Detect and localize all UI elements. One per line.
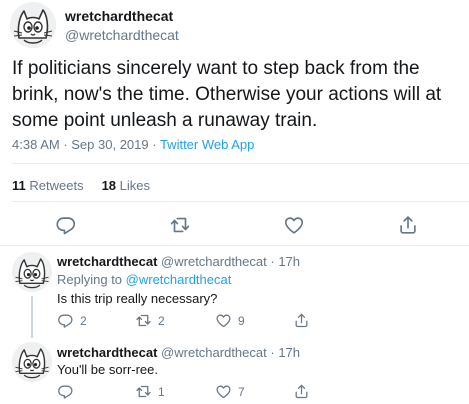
- retweet-icon: [169, 214, 191, 236]
- retweets-count: 11: [12, 178, 26, 193]
- share-icon: [293, 312, 310, 329]
- reply-text: Is this trip really necessary?: [57, 291, 218, 306]
- reply-button[interactable]: 2: [57, 312, 87, 329]
- retweet-button[interactable]: 1: [135, 383, 165, 400]
- tweet-age[interactable]: 17h: [278, 254, 300, 269]
- author-name[interactable]: wretchardthecat: [57, 254, 157, 269]
- cat-avatar-icon: [10, 2, 56, 48]
- likes-stat[interactable]: 18 Likes: [102, 178, 150, 193]
- retweet-count: 1: [158, 384, 165, 399]
- likes-label: Likes: [119, 178, 151, 193]
- like-icon: [215, 383, 232, 400]
- retweet-count: 2: [158, 313, 165, 328]
- retweets-label: Retweets: [29, 178, 84, 193]
- retweets-stat[interactable]: 11 Retweets: [12, 178, 84, 193]
- divider: [12, 201, 469, 202]
- cat-avatar-icon: [12, 342, 52, 382]
- tweet-meta: 4:38 AM · Sep 30, 2019 · Twitter Web App: [12, 137, 254, 152]
- reply-count: 2: [80, 313, 87, 328]
- divider: [12, 163, 469, 164]
- share-button[interactable]: [397, 214, 419, 236]
- like-icon: [215, 312, 232, 329]
- replying-to-link[interactable]: @wretchardthecat: [126, 272, 232, 287]
- avatar[interactable]: [10, 2, 56, 48]
- share-icon: [293, 383, 310, 400]
- author-handle[interactable]: @wretchardthecat: [65, 27, 179, 43]
- author-handle[interactable]: @wretchardthecat: [161, 345, 267, 360]
- reply-header: wretchardthecat @wretchardthecat · 17h: [57, 345, 301, 360]
- cat-avatar-icon: [12, 252, 52, 292]
- like-count: 9: [238, 313, 245, 328]
- replying-prefix: Replying to: [57, 272, 126, 287]
- reply-icon: [57, 383, 74, 400]
- retweet-icon: [135, 312, 152, 329]
- tweet-date[interactable]: Sep 30, 2019: [71, 137, 148, 152]
- reply-button[interactable]: [55, 214, 77, 236]
- share-button[interactable]: [293, 383, 310, 400]
- divider: [0, 245, 469, 246]
- reply-button[interactable]: [57, 383, 74, 400]
- tweet-age[interactable]: 17h: [278, 345, 300, 360]
- reply-text: You'll be sorr-ree.: [57, 362, 158, 377]
- likes-count: 18: [101, 178, 117, 193]
- like-button[interactable]: 7: [215, 383, 245, 400]
- reply-icon: [57, 312, 74, 329]
- like-icon: [283, 214, 305, 236]
- meta-separator: ·: [148, 137, 160, 152]
- tweet-time[interactable]: 4:38 AM: [12, 137, 60, 152]
- author-name[interactable]: wretchardthecat: [57, 345, 157, 360]
- like-count: 7: [238, 384, 245, 399]
- share-icon: [397, 214, 419, 236]
- meta-separator: ·: [59, 137, 72, 152]
- tweet-app-link[interactable]: Twitter Web App: [160, 137, 254, 152]
- like-button[interactable]: 9: [215, 312, 245, 329]
- tweet-text: If politicians sincerely want to step ba…: [12, 58, 442, 131]
- retweet-button[interactable]: 2: [135, 312, 165, 329]
- thread-line: [31, 296, 33, 338]
- replying-to: Replying to @wretchardthecat: [57, 272, 231, 287]
- tweet-stats: 11 Retweets 18 Likes: [12, 178, 150, 193]
- avatar[interactable]: [12, 342, 52, 382]
- author-name[interactable]: wretchardthecat: [65, 8, 173, 24]
- reply-header: wretchardthecat @wretchardthecat · 17h: [57, 254, 301, 269]
- avatar[interactable]: [12, 252, 52, 292]
- author-handle[interactable]: @wretchardthecat: [161, 254, 267, 269]
- retweet-icon: [135, 383, 152, 400]
- reply-icon: [55, 214, 77, 236]
- like-button[interactable]: [283, 214, 305, 236]
- share-button[interactable]: [293, 312, 310, 329]
- retweet-button[interactable]: [169, 214, 191, 236]
